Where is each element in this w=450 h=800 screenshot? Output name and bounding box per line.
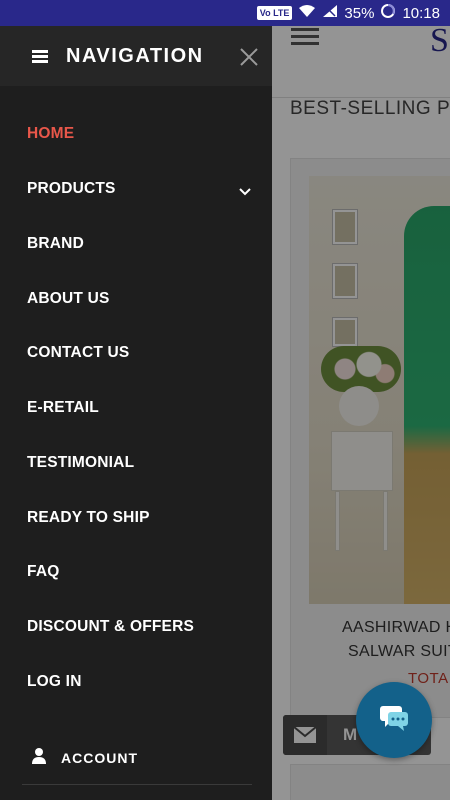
nav-item-home[interactable]: HOME	[0, 107, 272, 162]
chat-button[interactable]	[356, 682, 432, 758]
chat-icon	[379, 704, 409, 737]
nav-item-faq[interactable]: FAQ	[0, 545, 272, 600]
account-button[interactable]: ACCOUNT	[0, 736, 272, 780]
drawer-title: NAVIGATION	[66, 44, 204, 67]
nav-item-label: PRODUCTS	[27, 180, 116, 198]
chevron-down-icon[interactable]	[238, 184, 252, 196]
volte-badge: Vo LTE	[256, 6, 293, 20]
nav-item-e-retail[interactable]: E-RETAIL	[0, 381, 272, 436]
nav-item-brand[interactable]: BRAND	[0, 217, 272, 272]
drawer-header: NAVIGATION	[0, 26, 272, 86]
account-label: ACCOUNT	[61, 750, 138, 766]
nav-list: HOME PRODUCTS BRAND ABOUT US CONTACT US …	[0, 107, 272, 709]
nav-item-contact-us[interactable]: CONTACT US	[0, 326, 272, 381]
nav-item-testimonial[interactable]: TESTIMONIAL	[0, 436, 272, 491]
nav-item-discount-offers[interactable]: DISCOUNT & OFFERS	[0, 600, 272, 655]
hamburger-icon	[32, 49, 48, 63]
divider	[22, 784, 252, 785]
nav-item-about-us[interactable]: ABOUT US	[0, 271, 272, 326]
signal-icon	[322, 4, 338, 22]
battery-icon	[380, 3, 396, 23]
nav-item-products[interactable]: PRODUCTS	[0, 162, 272, 217]
drawer-scrim[interactable]	[272, 26, 450, 800]
battery-percent: 35%	[344, 4, 375, 22]
clock: 10:18	[402, 4, 440, 22]
user-icon	[31, 747, 47, 770]
status-bar: Vo LTE 35% 10:18	[0, 0, 450, 26]
nav-item-log-in[interactable]: LOG IN	[0, 655, 272, 710]
navigation-drawer: NAVIGATION HOME PRODUCTS BRAND ABOUT US …	[0, 26, 272, 800]
close-icon[interactable]	[238, 46, 260, 68]
wifi-icon	[298, 4, 316, 22]
nav-item-ready-to-ship[interactable]: READY TO SHIP	[0, 490, 272, 545]
